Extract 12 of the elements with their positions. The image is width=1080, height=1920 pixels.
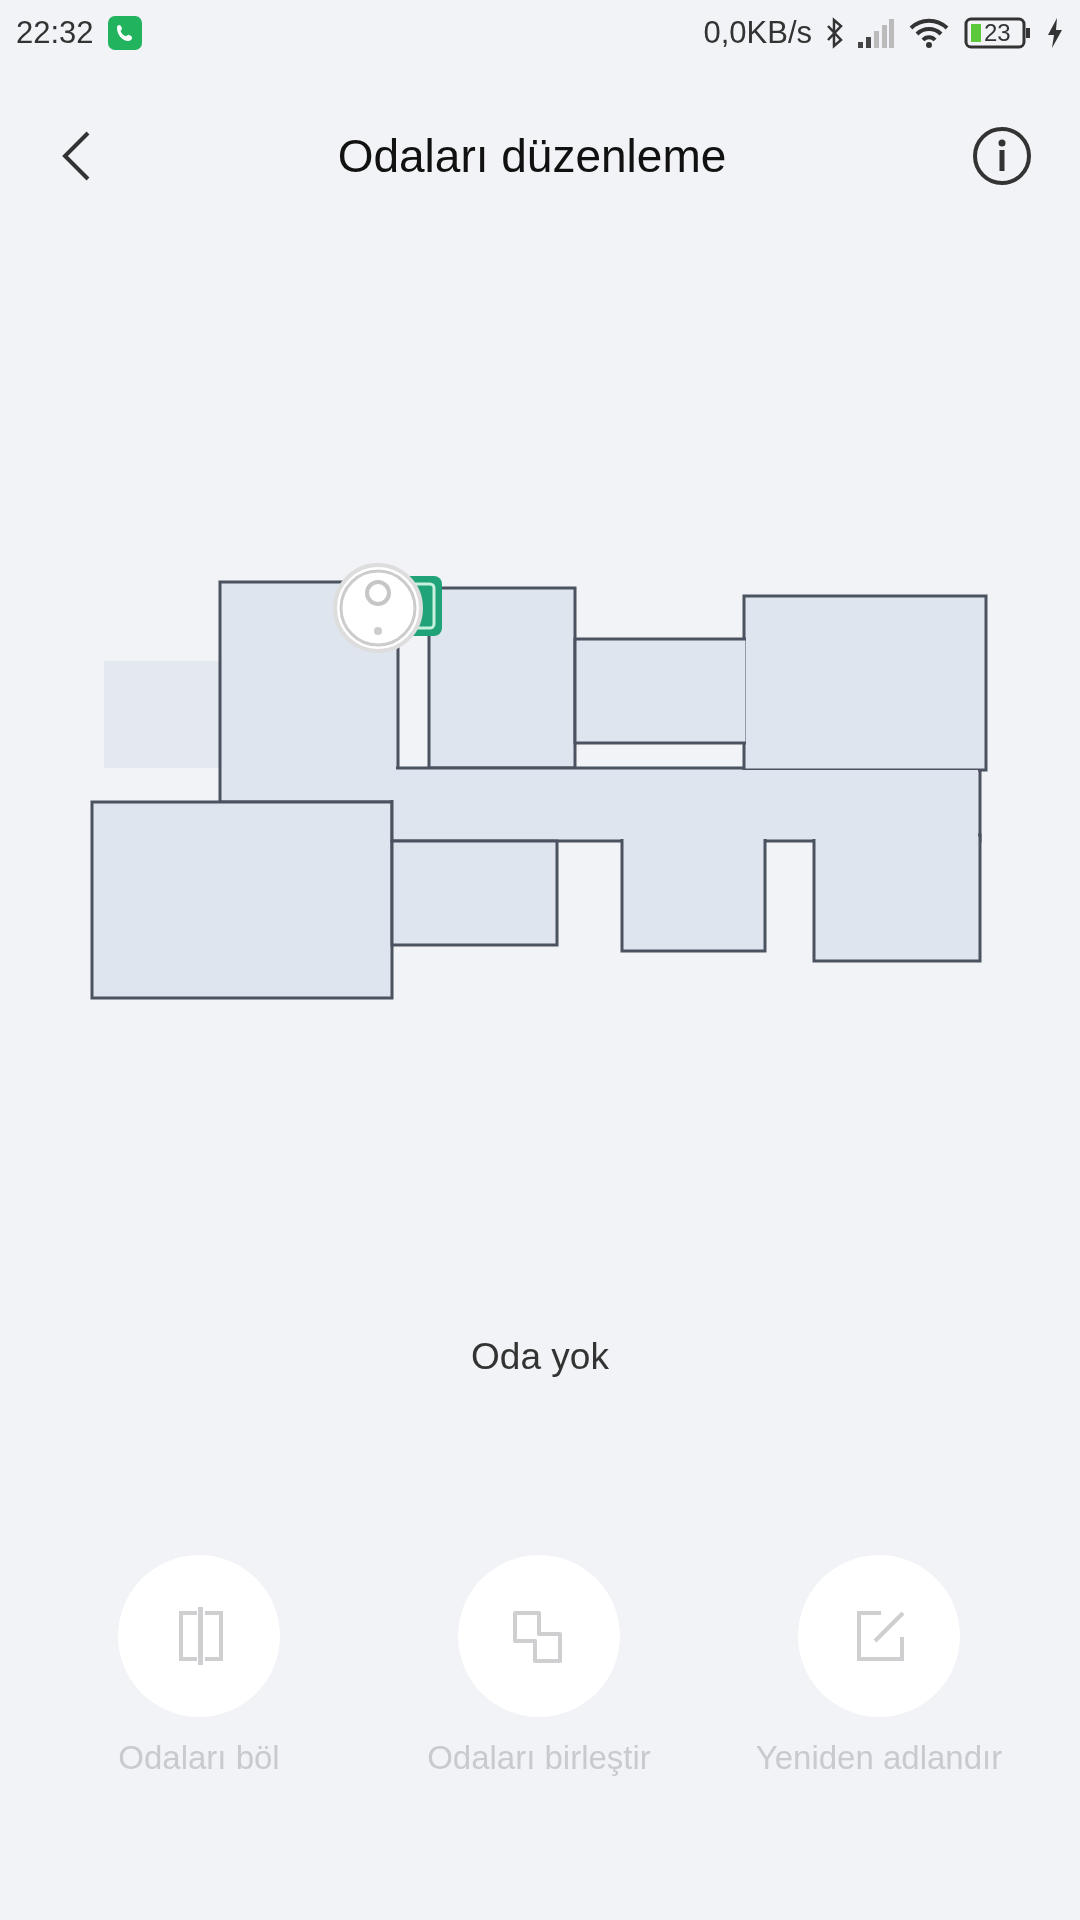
bluetooth-icon [826, 17, 844, 49]
network-speed: 0,0KB/s [703, 15, 812, 51]
back-button[interactable] [60, 130, 92, 182]
phone-call-icon [107, 16, 142, 50]
wifi-icon [908, 17, 950, 49]
clock-time: 22:32 [16, 15, 94, 51]
info-button[interactable] [972, 126, 1032, 186]
empty-message: Oda yok [471, 1336, 609, 1379]
page-title: Odaları düzenleme [336, 129, 728, 183]
charging-icon [1046, 17, 1064, 49]
signal-icon [858, 18, 894, 48]
robot-icon [333, 563, 423, 653]
